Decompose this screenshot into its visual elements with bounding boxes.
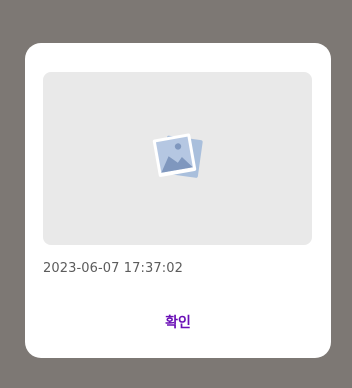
confirm-button[interactable]: 확인 bbox=[128, 305, 228, 339]
timestamp-text: 2023-06-07 17:37:02 bbox=[43, 261, 183, 276]
image-dialog: 2023-06-07 17:37:02 확인 bbox=[25, 43, 331, 358]
image-preview bbox=[43, 72, 312, 245]
image-placeholder-icon bbox=[152, 133, 203, 178]
